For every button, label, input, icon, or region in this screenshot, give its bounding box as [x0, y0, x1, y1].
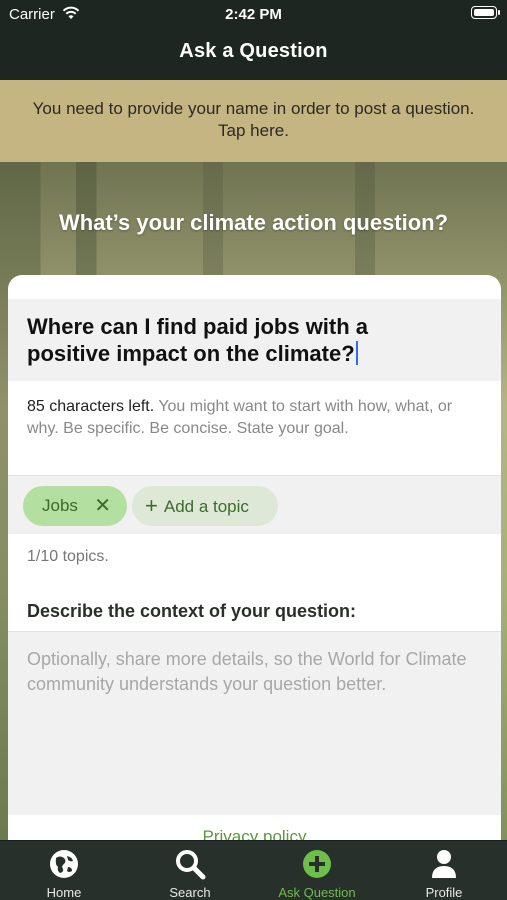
tab-search[interactable]: Search — [135, 847, 245, 900]
context-input[interactable]: Optionally, share more details, so the W… — [8, 631, 501, 815]
tab-home[interactable]: Home — [9, 847, 119, 900]
globe-icon — [50, 850, 78, 878]
text-cursor — [355, 341, 358, 365]
plus-icon: + — [145, 493, 158, 518]
question-line-1: Where can I find paid jobs with a — [27, 314, 369, 339]
question-hint: 85 characters left. You might want to st… — [27, 396, 487, 440]
context-placeholder: Optionally, share more details, so the W… — [27, 649, 467, 694]
remove-topic-icon[interactable]: ✕ — [94, 486, 111, 526]
banner-tap-here: Tap here. — [218, 121, 289, 140]
topics-row: Jobs ✕ + Add a topic — [8, 476, 501, 534]
page-title: Ask a Question — [179, 40, 328, 62]
battery-icon — [471, 6, 500, 19]
topic-count: 1/10 topics. — [27, 548, 109, 565]
question-input[interactable]: Where can I find paid jobs with a positi… — [8, 299, 501, 381]
person-icon — [432, 850, 456, 878]
add-topic-label: Add a topic — [163, 497, 249, 516]
topic-chip-label: Jobs — [42, 496, 78, 515]
context-label: Describe the context of your question: — [27, 601, 357, 621]
tab-ask-label: Ask Question — [278, 885, 356, 900]
characters-left: 85 characters left. — [27, 398, 155, 415]
topic-chip-jobs[interactable]: Jobs ✕ — [23, 486, 127, 526]
clock: 2:42 PM — [225, 6, 282, 23]
tab-home-label: Home — [46, 885, 82, 900]
question-line-2: positive impact on the climate? — [27, 341, 355, 366]
tab-profile[interactable]: Profile — [389, 847, 499, 900]
add-topic-button[interactable]: + Add a topic — [132, 486, 278, 526]
status-bar: Carrier 2:42 PM — [0, 0, 507, 28]
tab-bar: Home Search Ask Question Profile — [0, 840, 507, 900]
name-required-banner[interactable]: You need to provide your name in order t… — [0, 80, 507, 162]
banner-message: You need to provide your name in order t… — [32, 99, 475, 118]
tab-ask-question[interactable]: Ask Question — [262, 847, 372, 900]
search-icon — [176, 850, 206, 880]
tab-search-label: Search — [169, 885, 211, 900]
tab-profile-label: Profile — [425, 885, 463, 900]
plus-circle-icon — [303, 850, 331, 878]
hero-title: What’s your climate action question? — [58, 210, 449, 235]
top-bar: Carrier 2:42 PM Ask a Question — [0, 0, 507, 80]
question-card: Where can I find paid jobs with a positi… — [8, 275, 501, 855]
